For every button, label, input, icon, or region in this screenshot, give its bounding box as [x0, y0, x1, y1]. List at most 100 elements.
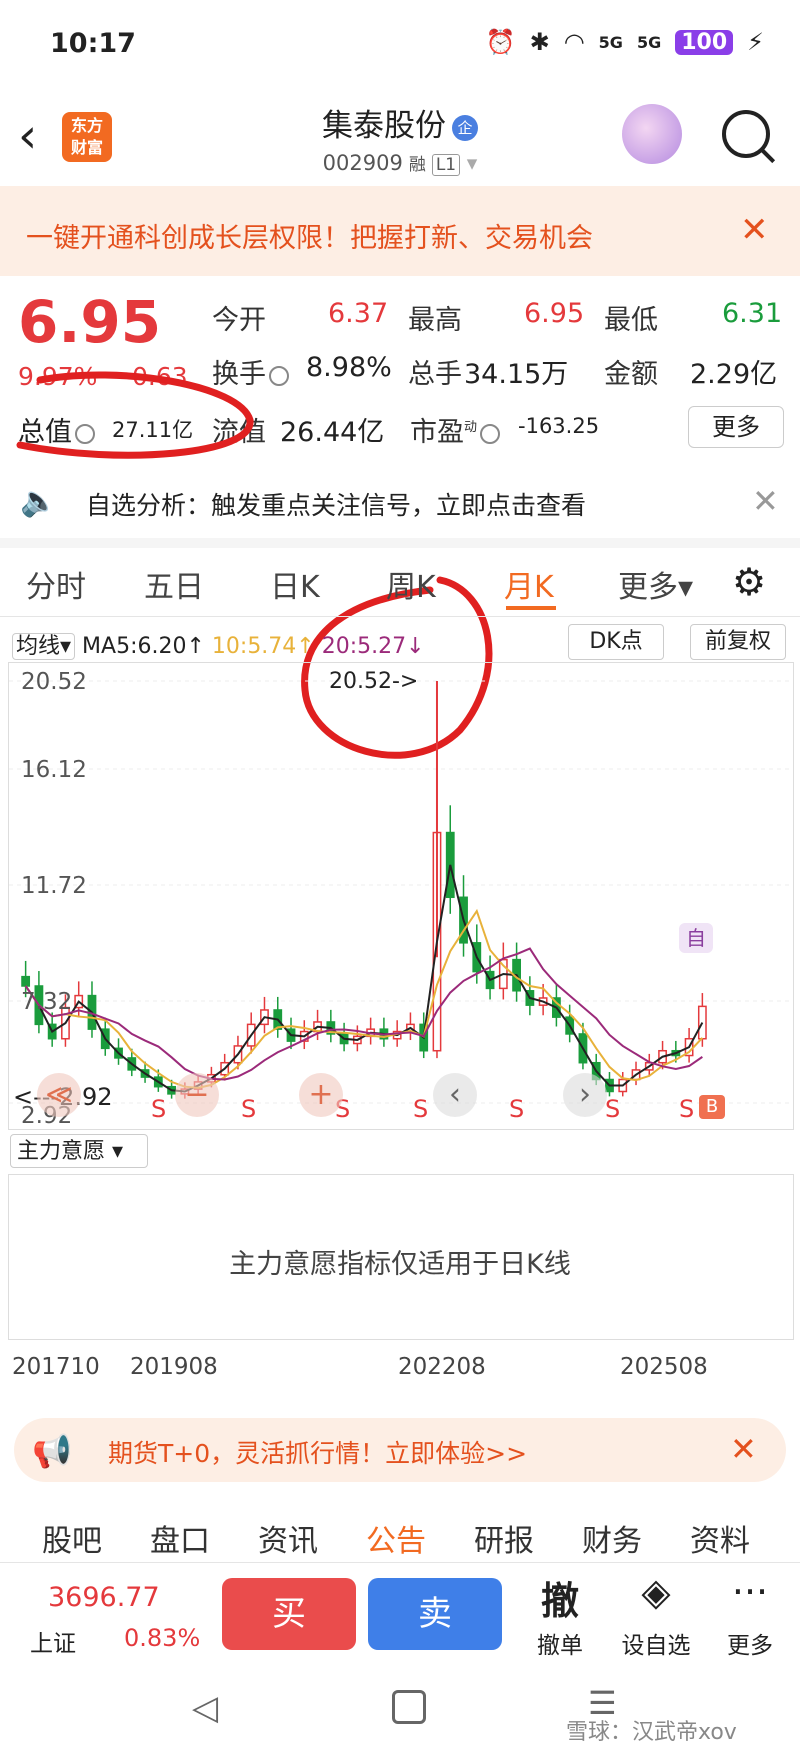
promo-banner-text: 一键开通科创成长层权限！把握打新、交易机会	[26, 223, 593, 254]
y-tick-label: 11.72	[21, 873, 87, 899]
chevron-down-icon: ▾	[466, 151, 478, 175]
close-icon[interactable]: ✕	[740, 210, 769, 250]
divider	[0, 538, 800, 548]
charging-icon: ⚡	[747, 28, 764, 56]
battery-icon: 100	[675, 29, 734, 55]
ma5-value: MA5:6.20↑	[82, 634, 205, 659]
ma-legend: 均线▾ MA5:6.20↑ 10:5.74↑ 20:5.27↓	[12, 628, 425, 660]
index-value[interactable]: 3696.77	[48, 1582, 160, 1613]
divider	[0, 1562, 800, 1563]
enterprise-badge: 企	[452, 114, 478, 141]
favorite-marker: 自	[679, 923, 713, 953]
sell-marker: S	[241, 1095, 257, 1123]
robot-assistant-icon[interactable]	[622, 104, 682, 164]
nav-home-icon[interactable]	[392, 1690, 426, 1724]
active-tab-indicator	[506, 606, 556, 610]
sell-marker: S	[151, 1095, 167, 1123]
candle	[697, 1005, 707, 1040]
x-tick-label: 202508	[620, 1354, 708, 1380]
more-label: 更多	[727, 1633, 773, 1659]
ma-line-ma5	[24, 864, 704, 1093]
candle	[21, 975, 31, 987]
bluetooth-icon: ✱	[529, 28, 550, 56]
tab-profile[interactable]: 资料	[690, 1516, 750, 1560]
more-icon[interactable]: ···	[710, 1570, 790, 1614]
wifi-icon: ◠	[563, 28, 585, 56]
ad-text: 期货T+0，灵活抓行情！立即体验>>	[108, 1439, 528, 1468]
x-tick-label: 201908	[130, 1354, 218, 1380]
open-label: 今开	[212, 305, 266, 336]
high-value: 6.95	[524, 298, 585, 329]
sell-marker: S	[679, 1095, 695, 1123]
sell-button[interactable]: 卖	[368, 1578, 502, 1650]
status-icons: ⏰ ✱ ◠ 5G 5G 100 ⚡	[486, 28, 764, 56]
ma-select[interactable]: 均线▾	[12, 633, 76, 660]
tab-announcements[interactable]: 公告	[366, 1516, 426, 1560]
kline-plot	[9, 680, 793, 1104]
tab-finance[interactable]: 财务	[582, 1516, 642, 1560]
buy-marker: B	[699, 1095, 725, 1119]
signal-icon: 5G	[598, 32, 623, 52]
speaker-icon: 🔈	[20, 484, 58, 519]
open-value: 6.37	[328, 298, 389, 329]
alert-text[interactable]: 自选分析：触发重点关注信号，立即点击查看	[86, 486, 586, 522]
kline-chart[interactable]: 20.52 16.12 11.72 7.32 2.92 20.52-> <---…	[8, 662, 794, 1130]
y-tick-label: 16.12	[21, 757, 87, 783]
close-icon[interactable]: ✕	[730, 1430, 757, 1468]
tab-order-book[interactable]: 盘口	[150, 1516, 210, 1560]
divider	[0, 616, 800, 617]
index-name: 上证	[30, 1631, 76, 1657]
cancel-order-icon[interactable]: 撤	[520, 1570, 600, 1625]
max-price-label: 20.52->	[329, 669, 419, 694]
tab-monthly-k[interactable]: 月K	[504, 562, 554, 606]
amount-value: 2.29亿	[690, 359, 778, 390]
stock-code: 002909	[322, 151, 403, 175]
next-button[interactable]: ›	[563, 1073, 607, 1117]
tab-research[interactable]: 研报	[474, 1516, 534, 1560]
x-tick-label: 201710	[12, 1354, 100, 1380]
tab-news[interactable]: 资讯	[258, 1516, 318, 1560]
megaphone-icon: 📢	[32, 1432, 72, 1470]
ma10-value: 10:5.74↑	[211, 634, 315, 659]
last-price: 6.95	[18, 288, 162, 356]
tab-intraday[interactable]: 分时	[26, 562, 86, 606]
watermark: 雪球：汉武帝xov	[566, 1720, 737, 1745]
volume-label: 总手	[408, 359, 462, 390]
info-icon[interactable]	[480, 423, 501, 444]
zoom-out-button[interactable]: −	[175, 1073, 219, 1117]
clock: 10:17	[50, 28, 136, 59]
sell-marker: S	[605, 1095, 621, 1123]
zoom-in-button[interactable]: +	[299, 1073, 343, 1117]
tab-more[interactable]: 更多▾	[618, 562, 693, 606]
turnover-value: 8.98%	[306, 352, 392, 383]
pe-value: -163.25	[518, 414, 600, 438]
info-icon[interactable]	[269, 365, 289, 386]
first-page-button[interactable]: ≪	[37, 1073, 81, 1117]
tab-weekly-k[interactable]: 周K	[386, 562, 436, 606]
volume-value: 34.15万	[464, 359, 569, 390]
dk-point-select[interactable]: DK点	[568, 624, 664, 660]
low-label: 最低	[604, 305, 658, 336]
y-tick-label: 20.52	[21, 669, 87, 695]
nav-back-icon[interactable]: ◁	[192, 1688, 218, 1728]
adjust-select[interactable]: 前复权	[690, 624, 786, 660]
more-button[interactable]: 更多	[688, 406, 784, 448]
gear-icon[interactable]: ⚙	[732, 560, 766, 604]
signal-icon: 5G	[636, 32, 662, 52]
stock-code-row[interactable]: 002909 融 L1 ▾	[0, 150, 800, 176]
index-percent: 0.83%	[124, 1624, 201, 1652]
sell-marker: S	[509, 1095, 525, 1123]
tab-five-day[interactable]: 五日	[144, 562, 204, 606]
buy-button[interactable]: 买	[222, 1578, 356, 1650]
close-icon[interactable]: ✕	[752, 482, 779, 520]
stock-name: 集泰股份	[322, 108, 446, 144]
prev-button[interactable]: ‹	[433, 1073, 477, 1117]
margin-tag: 融	[408, 155, 426, 175]
indicator-select[interactable]: 主力意愿 ▾	[10, 1134, 148, 1168]
search-icon[interactable]	[722, 110, 770, 158]
tab-forum[interactable]: 股吧	[42, 1516, 102, 1560]
tab-daily-k[interactable]: 日K	[270, 562, 320, 606]
alarm-icon: ⏰	[485, 28, 516, 56]
add-favorite-label: 设自选	[621, 1633, 691, 1659]
favorite-icon[interactable]: ◈	[616, 1570, 696, 1614]
